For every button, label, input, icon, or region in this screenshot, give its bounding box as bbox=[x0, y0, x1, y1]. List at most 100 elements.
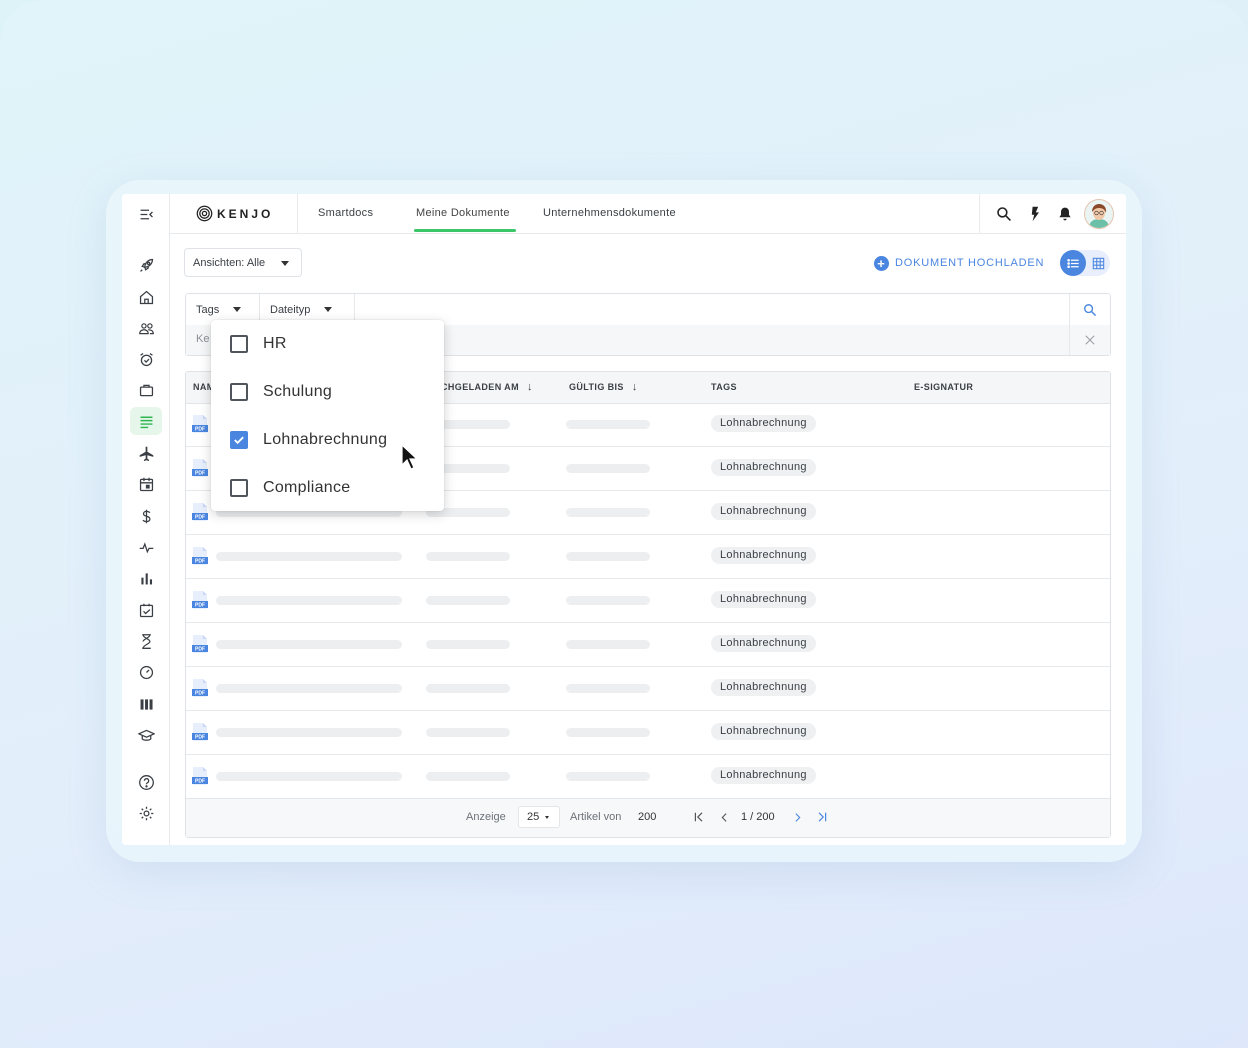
dropdown-option-label: Compliance bbox=[263, 479, 351, 496]
tag-chip[interactable]: Lohnabrechnung bbox=[711, 767, 816, 784]
total-count: 200 bbox=[638, 811, 657, 823]
checkbox-unchecked-icon[interactable] bbox=[230, 479, 248, 497]
table-row[interactable]: PDF Lohnabrechnung bbox=[186, 579, 1110, 623]
people-icon[interactable] bbox=[130, 314, 162, 342]
close-icon[interactable] bbox=[1069, 325, 1110, 355]
placeholder-bar bbox=[566, 596, 650, 605]
pdf-badge-text: PDF bbox=[195, 603, 205, 609]
pdf-badge-text: PDF bbox=[195, 647, 205, 653]
graduation-cap-icon[interactable] bbox=[130, 721, 162, 749]
filetype-filter-label: Dateityp bbox=[270, 303, 311, 316]
columns-icon[interactable] bbox=[130, 690, 162, 718]
table-row[interactable]: PDF Lohnabrechnung bbox=[186, 667, 1110, 711]
tag-chip[interactable]: Lohnabrechnung bbox=[711, 723, 816, 740]
tab-unternehmensdokumente[interactable]: Unternehmensdokumente bbox=[543, 194, 676, 233]
dropdown-option-schulung[interactable]: Schulung bbox=[211, 368, 444, 416]
prev-page-icon[interactable] bbox=[715, 808, 733, 826]
upload-document-button[interactable]: + DOKUMENT HOCHLADEN bbox=[874, 254, 1044, 272]
column-header-esign[interactable]: E-SIGNATUR bbox=[914, 372, 973, 403]
caret-down-icon bbox=[324, 307, 333, 312]
caret-down-icon bbox=[281, 261, 289, 266]
active-tab-indicator bbox=[414, 229, 516, 232]
tab-meine-dokumente[interactable]: Meine Dokumente bbox=[416, 194, 510, 233]
brand-name: KENJO bbox=[217, 206, 274, 221]
briefcase-icon[interactable] bbox=[130, 376, 162, 404]
views-select[interactable]: Ansichten: Alle bbox=[184, 248, 302, 277]
next-page-icon[interactable] bbox=[788, 808, 806, 826]
checkbox-unchecked-icon[interactable] bbox=[230, 383, 248, 401]
top-bar: KENJO Smartdocs Meine Dokumente Unterneh… bbox=[170, 194, 1126, 234]
upload-document-label: DOKUMENT HOCHLADEN bbox=[895, 257, 1045, 269]
gear-icon[interactable] bbox=[130, 799, 162, 827]
placeholder-bar bbox=[566, 640, 650, 649]
page-size-select[interactable]: 25 bbox=[518, 806, 560, 828]
table-row[interactable]: PDF Lohnabrechnung bbox=[186, 755, 1110, 799]
pdf-file-icon: PDF bbox=[192, 591, 208, 609]
tag-chip[interactable]: Lohnabrechnung bbox=[711, 591, 816, 608]
pdf-badge-text: PDF bbox=[195, 427, 205, 433]
documents-icon[interactable] bbox=[130, 407, 162, 435]
avatar[interactable] bbox=[1084, 199, 1114, 229]
checkbox-checked-icon[interactable] bbox=[230, 431, 248, 449]
column-header-valid-until[interactable]: GÜLTIG BIS ↓ bbox=[569, 372, 638, 403]
tag-chip[interactable]: Lohnabrechnung bbox=[711, 547, 816, 564]
bar-chart-icon[interactable] bbox=[130, 564, 162, 592]
sidebar bbox=[122, 194, 170, 845]
kenjo-logo[interactable]: KENJO bbox=[196, 204, 273, 223]
table-row[interactable]: PDF Lohnabrechnung bbox=[186, 535, 1110, 579]
menu-collapse-icon[interactable] bbox=[130, 200, 162, 228]
calendar-icon[interactable] bbox=[130, 470, 162, 498]
lightning-icon[interactable] bbox=[1025, 204, 1045, 224]
checkbox-unchecked-icon[interactable] bbox=[230, 335, 248, 353]
tag-chip[interactable]: Lohnabrechnung bbox=[711, 415, 816, 432]
alarm-icon[interactable] bbox=[130, 345, 162, 373]
app-window: KENJO Smartdocs Meine Dokumente Unterneh… bbox=[122, 194, 1126, 845]
logo-divider bbox=[297, 194, 298, 233]
pdf-badge-text: PDF bbox=[195, 515, 205, 521]
rocket-icon[interactable] bbox=[130, 251, 162, 279]
pdf-file-icon: PDF bbox=[192, 547, 208, 565]
placeholder-bar bbox=[216, 684, 402, 693]
placeholder-bar bbox=[426, 552, 510, 561]
sort-arrow-icon: ↓ bbox=[526, 381, 533, 393]
tag-chip[interactable]: Lohnabrechnung bbox=[711, 679, 816, 696]
pdf-file-icon: PDF bbox=[192, 723, 208, 741]
column-header-uploaded[interactable]: CHGELADEN AM ↓ bbox=[441, 372, 533, 403]
placeholder-bar bbox=[426, 684, 510, 693]
column-header-uploaded-label: CHGELADEN AM bbox=[441, 382, 519, 392]
dropdown-option-compliance[interactable]: Compliance bbox=[211, 464, 444, 512]
checklist-icon[interactable] bbox=[130, 596, 162, 624]
pulse-icon[interactable] bbox=[130, 533, 162, 561]
table-row[interactable]: PDF Lohnabrechnung bbox=[186, 711, 1110, 755]
tags-filter-label: Tags bbox=[196, 303, 220, 316]
search-icon[interactable] bbox=[994, 204, 1014, 224]
home-icon[interactable] bbox=[130, 283, 162, 311]
bell-icon[interactable] bbox=[1055, 204, 1075, 224]
last-page-icon[interactable] bbox=[813, 808, 831, 826]
tag-chip[interactable]: Lohnabrechnung bbox=[711, 503, 816, 520]
placeholder-bar bbox=[566, 552, 650, 561]
dollar-icon[interactable] bbox=[130, 502, 162, 530]
table-row[interactable]: PDF Lohnabrechnung bbox=[186, 623, 1110, 667]
top-divider bbox=[979, 194, 980, 233]
grid-view-icon[interactable] bbox=[1086, 250, 1110, 276]
pdf-file-icon: PDF bbox=[192, 767, 208, 785]
plane-icon[interactable] bbox=[130, 439, 162, 467]
keyword-placeholder: Ke bbox=[196, 333, 210, 345]
placeholder-bar bbox=[216, 772, 402, 781]
list-view-icon[interactable] bbox=[1060, 250, 1086, 276]
search-icon[interactable] bbox=[1069, 294, 1110, 325]
dropdown-option-label: HR bbox=[263, 335, 287, 352]
hourglass-icon[interactable] bbox=[130, 627, 162, 655]
caret-down-icon bbox=[545, 815, 550, 819]
dropdown-option-hr[interactable]: HR bbox=[211, 320, 444, 368]
tag-chip[interactable]: Lohnabrechnung bbox=[711, 635, 816, 652]
column-header-tags[interactable]: TAGS bbox=[711, 372, 737, 403]
help-icon[interactable] bbox=[130, 768, 162, 796]
tab-smartdocs[interactable]: Smartdocs bbox=[318, 194, 373, 233]
gauge-icon[interactable] bbox=[130, 658, 162, 686]
tag-chip[interactable]: Lohnabrechnung bbox=[711, 459, 816, 476]
pdf-file-icon: PDF bbox=[192, 635, 208, 653]
tags-dropdown-menu: HR Schulung Lohnabrechnung Compliance bbox=[211, 320, 444, 511]
first-page-icon[interactable] bbox=[690, 808, 708, 826]
